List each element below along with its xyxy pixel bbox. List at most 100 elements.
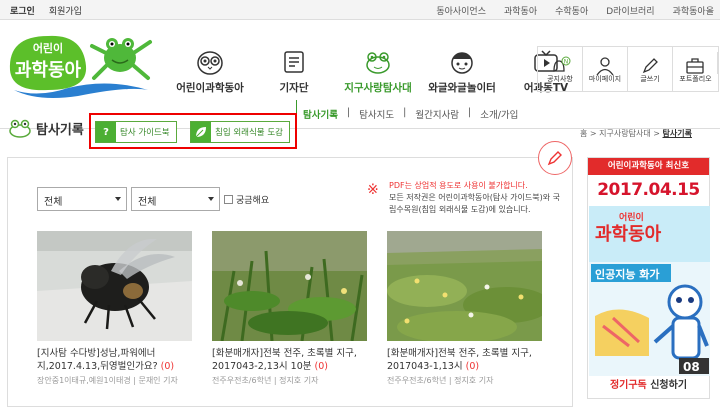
util-label: 마이페이지	[588, 75, 622, 83]
guidebook-button[interactable]: ? 탐사 가이드북	[95, 121, 177, 143]
comment-count: (0)	[314, 361, 328, 372]
logo-small-text: 어린이	[33, 41, 63, 55]
question-icon: ?	[96, 122, 116, 142]
mypage-button[interactable]: 마이페이지	[583, 47, 628, 91]
latest-issue-panel: 어린이과학동아 최신호 2017.04.15 어린이 과학동아 인공지능 화가 …	[587, 157, 710, 399]
guidebook-label: 탐사 가이드북	[120, 128, 170, 138]
login-link[interactable]: 로그인	[10, 4, 35, 17]
filter-select-2[interactable]: 전체	[131, 187, 220, 211]
person-icon	[596, 56, 614, 75]
filter-select-1-value: 전체	[44, 197, 63, 208]
briefcase-icon	[686, 57, 704, 74]
subscribe-link[interactable]: 정기구독 신청하기	[588, 376, 709, 391]
nav-label: 어린이과학동아	[176, 82, 244, 94]
filter-select-2-value: 전체	[138, 197, 157, 208]
curious-checkbox[interactable]: 궁금해요	[224, 193, 269, 206]
guide-highlight-box: ? 탐사 가이드북 침입 외래식물 도감	[89, 113, 297, 149]
record-meta: 장안중1이태규,예원1이태경 | 문재인 기자	[37, 376, 178, 385]
latest-issue-date: 2017.04.15	[597, 180, 700, 200]
breadcrumb-separator: >	[653, 129, 660, 138]
frog-icon	[366, 52, 390, 74]
leaf-icon	[191, 122, 211, 142]
pencil-icon	[547, 151, 562, 166]
family-site-link[interactable]: 과학동아	[504, 4, 537, 17]
record-meta: 전주우전초/6학년 | 정지호 기자	[387, 376, 494, 385]
copyright-notice: ※ PDF는 상업적 용도로 사용이 불가합니다. 모든 저작권은 어린이과학동…	[367, 180, 567, 216]
write-record-button[interactable]	[538, 141, 572, 175]
breadcrumb-mid[interactable]: 지구사랑탐사대	[599, 129, 651, 138]
breadcrumb-home[interactable]: 홈	[580, 129, 587, 138]
record-photo-bee[interactable]	[37, 231, 192, 341]
record-photo-plants[interactable]	[212, 231, 367, 341]
invasive-plant-guide-label: 침입 외래식물 도감	[215, 128, 283, 138]
site-logo[interactable]: 어린이 과학동아	[8, 28, 158, 100]
nav-label: 기자단	[279, 82, 309, 94]
nav-item-earth-explorers[interactable]: 지구사랑탐사대	[336, 48, 420, 95]
subnav-item-map[interactable]: 탐사지도	[350, 107, 403, 121]
record-title-text: [화분매개자]전북 전주, 초록별 지구, 2017043-1,13시	[387, 348, 532, 372]
record-card[interactable]: [화분매개자]전북 전주, 초록별 지구, 2017043-2,13시 10분 …	[212, 231, 367, 386]
latest-issue-header: 어린이과학동아 최신호	[588, 158, 709, 175]
breadcrumb-current: 탐사기록	[662, 129, 692, 138]
family-site-link[interactable]: 동아사이언스	[436, 4, 486, 17]
nav-item-reporters[interactable]: 기자단	[252, 48, 336, 95]
magazine-cover[interactable]: 어린이 과학동아 인공지능 화가 08	[589, 206, 710, 376]
frog-mascot-icon	[90, 38, 152, 80]
subscribe-text: 신청하기	[646, 380, 688, 391]
cover-headline: 인공지능 화가	[595, 267, 660, 281]
nav-item-kids-science[interactable]: 어린이과학동아	[168, 48, 252, 95]
comment-count: (0)	[160, 361, 175, 372]
main-nav: 어린이과학동아 기자단 지구사랑탐사대 와글와글놀이터 어과동TV	[168, 48, 588, 95]
util-label: 포트폴리오	[679, 75, 712, 83]
checkbox-label: 궁금해요	[236, 196, 270, 206]
write-button[interactable]: 글쓰기	[628, 47, 673, 91]
breadcrumb: 홈 > 지구사랑탐사대 > 탐사기록	[580, 128, 692, 139]
owl-icon	[197, 51, 223, 75]
record-title[interactable]: [화분매개자]전북 전주, 초록별 지구, 2017043-2,13시 10분 …	[212, 347, 367, 373]
page-title-text: 탐사기록	[36, 122, 84, 138]
notice-warning: PDF는 상업적 용도로 사용이 불가합니다.	[389, 181, 528, 190]
utility-menu: N 공지사항 마이페이지 글쓰기 포트폴리오	[537, 46, 719, 92]
notice-badge: N	[564, 58, 569, 65]
cover-big-text: 과학동아	[595, 223, 662, 245]
comment-count: (0)	[465, 361, 480, 372]
filter-select-1[interactable]: 전체	[37, 187, 127, 211]
signup-link[interactable]: 회원가입	[49, 4, 82, 17]
subnav-item-records[interactable]: 탐사기록	[303, 107, 347, 121]
frog-icon	[9, 119, 31, 138]
record-title-text: [화분매개자]전북 전주, 초록별 지구, 2017043-2,13시 10분	[212, 348, 357, 372]
record-card[interactable]: [화분매개자]전북 전주, 초록별 지구, 2017043-1,13시 (0) …	[387, 231, 542, 386]
record-card[interactable]: [지사탐 수다방]성남,파워에너지,2017.4.13,뒤영벌인가요? (0) …	[37, 231, 192, 386]
record-photo-field[interactable]	[387, 231, 542, 341]
character-icon	[451, 52, 473, 74]
subnav-item-about[interactable]: 소개/가입	[471, 107, 527, 121]
record-title[interactable]: [화분매개자]전북 전주, 초록별 지구, 2017043-1,13시 (0)	[387, 347, 542, 373]
notice-button[interactable]: N 공지사항	[538, 47, 583, 91]
top-utility-bar: 로그인 회원가입 동아사이언스 과학동아 수학동아 D라이브러리 과학동아올	[0, 0, 720, 20]
subscribe-highlight: 정기구독	[609, 380, 647, 391]
page-title: 탐사기록	[8, 118, 84, 138]
invasive-plant-guide-button[interactable]: 침입 외래식물 도감	[190, 121, 290, 143]
family-site-link[interactable]: 수학동아	[555, 4, 588, 17]
cover-small-text: 어린이	[619, 211, 644, 223]
checkbox-box[interactable]	[224, 195, 233, 204]
logo-big-text: 과학동아	[15, 59, 82, 81]
portfolio-button[interactable]: 포트폴리오	[673, 47, 718, 91]
nav-label: 지구사랑탐사대	[344, 82, 412, 94]
record-title[interactable]: [지사탐 수다방]성남,파워에너지,2017.4.13,뒤영벌인가요? (0)	[37, 347, 192, 373]
family-site-link[interactable]: 과학동아올	[673, 4, 714, 17]
nav-item-playground[interactable]: 와글와글놀이터	[420, 48, 504, 95]
site-header: 어린이 과학동아 어린이과학동아 기자단 지구사랑탐사대 와글와글놀이터 어과동…	[0, 20, 720, 100]
breadcrumb-separator: >	[589, 129, 597, 138]
notice-text: 모든 저작권은 어린이과학동아(탐사 가이드북)와 국립수목원(침입 외래식물 …	[389, 193, 560, 214]
record-title-text: [지사탐 수다방]성남,파워에너지,2017.4.13,뒤영벌인가요?	[37, 348, 158, 372]
pencil-icon	[642, 57, 658, 73]
bell-icon: N	[553, 56, 571, 72]
family-site-link[interactable]: D라이브러리	[606, 4, 654, 17]
nav-label: 와글와글놀이터	[428, 82, 496, 94]
asterisk-icon: ※	[367, 182, 379, 198]
util-label: 공지사항	[547, 75, 573, 83]
util-label: 글쓰기	[640, 75, 660, 83]
notepad-icon	[284, 51, 304, 73]
subnav-item-monthly[interactable]: 월간지사람	[406, 107, 468, 121]
